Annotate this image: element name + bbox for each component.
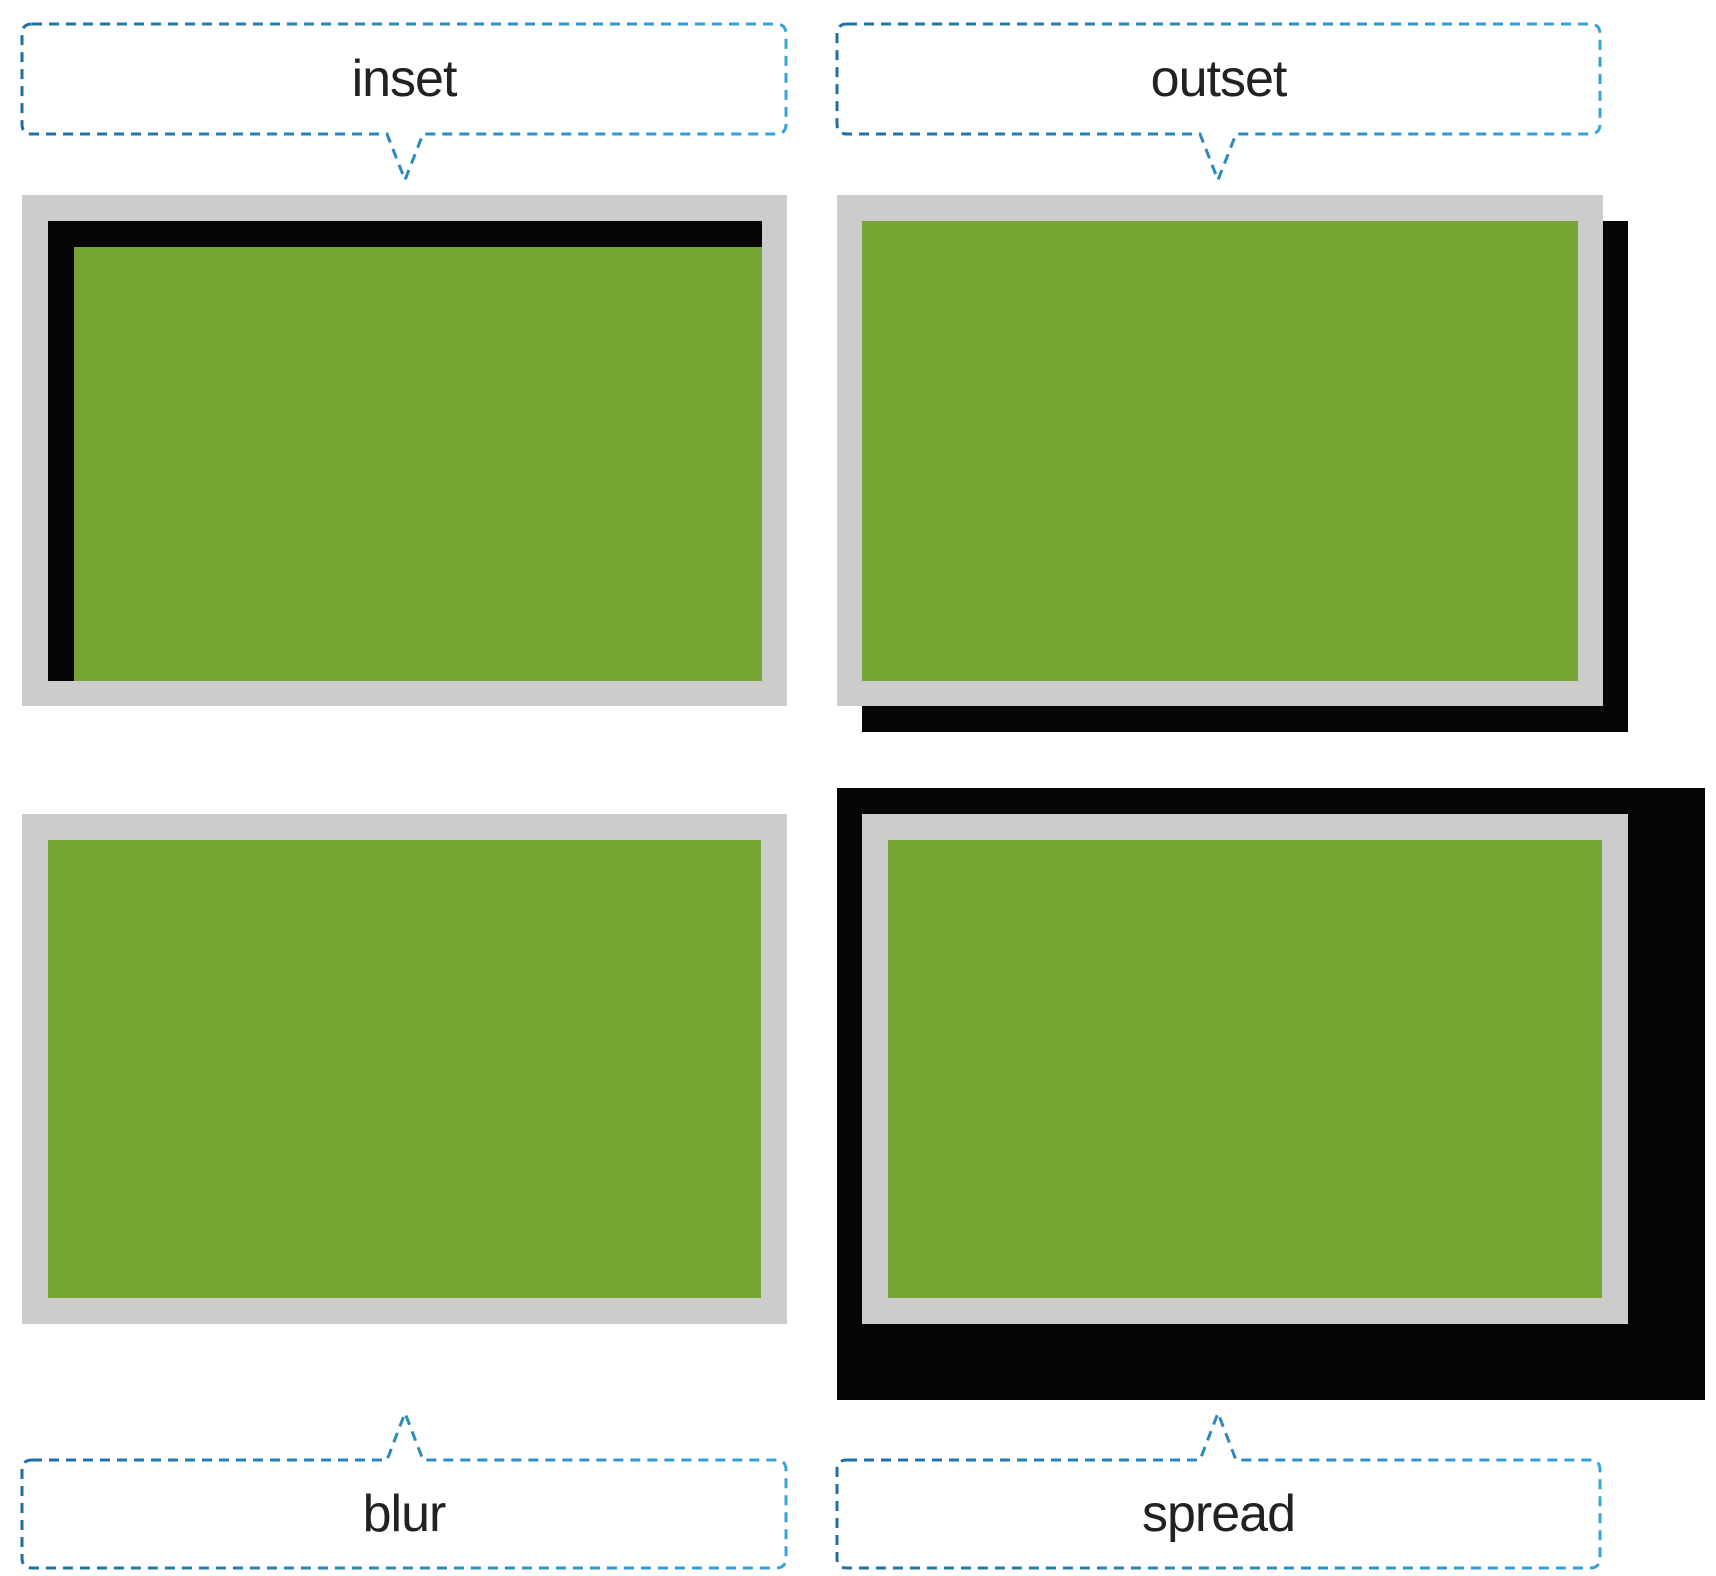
outset-demo (837, 195, 1628, 732)
spread-demo (837, 788, 1705, 1400)
blur-content (48, 840, 761, 1298)
blur-demo (22, 814, 787, 1324)
callout-outset-label: outset (1150, 50, 1288, 108)
inset-demo (22, 195, 787, 706)
callout-spread-label: spread (1142, 1485, 1296, 1543)
outset-content (862, 221, 1578, 681)
inset-content (74, 247, 762, 681)
callout-blur-label: blur (362, 1485, 447, 1543)
spread-content (888, 840, 1602, 1298)
callout-inset-label: inset (351, 50, 458, 108)
